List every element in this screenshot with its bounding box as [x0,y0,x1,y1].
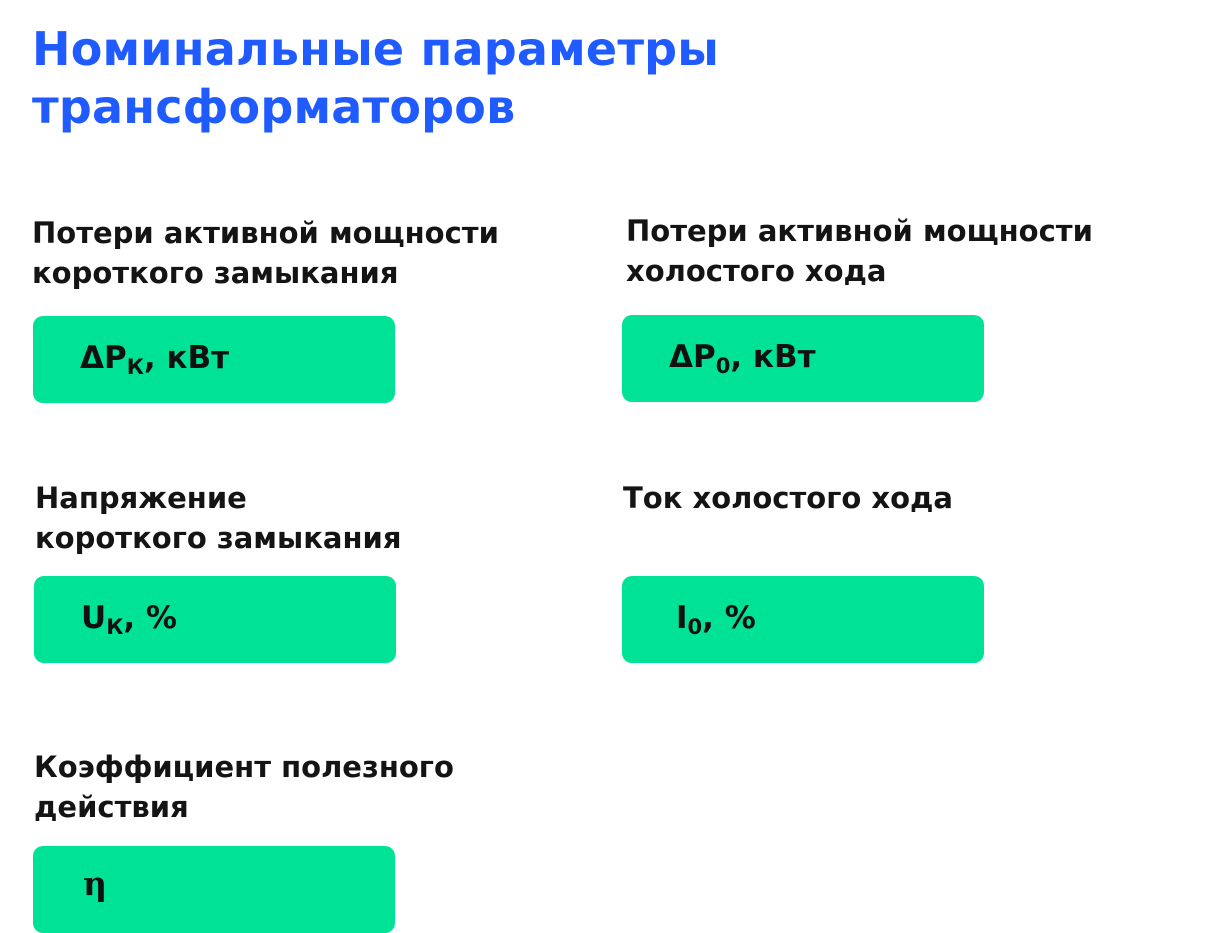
param-label-line-1: Потери активной мощности [32,216,499,250]
symbol-main: ΔP [669,339,716,375]
symbol-main: I [676,600,688,636]
symbol-main: η [83,864,107,903]
slide: { "title": { "line1": "Номинальные парам… [0,0,1230,933]
param-symbol-box-efficiency: η [33,846,395,933]
param-label-short-circuit-voltage: Напряжение короткого замыкания [35,478,401,558]
symbol-unit: , % [123,600,177,636]
param-label-no-load-losses: Потери активной мощности холостого хода [626,211,1093,291]
param-label-line-1: Ток холостого хода [623,481,953,515]
symbol-subscript: 0 [687,615,703,639]
param-label-line-2: короткого замыкания [35,521,402,555]
symbol-unit: , кВт [143,340,230,376]
param-label-line-1: Коэффициент полезного [34,750,454,784]
symbol-subscript: К [126,355,144,379]
symbol-unit: , % [702,600,756,636]
param-symbol-box-no-load-losses: ΔP0, кВт [622,315,984,402]
param-label-short-circuit-losses: Потери активной мощности короткого замык… [32,213,499,293]
param-symbol: ΔPК, кВт [80,336,229,380]
param-label-no-load-current: Ток холостого хода [623,478,953,518]
param-symbol: UК, % [81,596,177,640]
symbol-subscript: 0 [715,354,731,378]
param-label-line-2: действия [34,790,189,824]
param-label-line-1: Потери активной мощности [626,214,1093,248]
param-symbol: ΔP0, кВт [669,335,816,379]
symbol-main: ΔP [80,340,127,376]
symbol-subscript: К [106,615,124,639]
param-symbol-box-no-load-current: I0, % [622,576,984,663]
page-title: Номинальные параметры трансформаторов [32,20,719,136]
param-label-efficiency: Коэффициент полезного действия [34,747,454,827]
param-symbol: I0, % [676,596,756,640]
param-label-line-2: холостого хода [626,254,887,288]
symbol-main: U [81,600,107,636]
param-symbol: η [83,862,107,906]
page-title-line-1: Номинальные параметры [32,22,720,76]
symbol-unit: , кВт [730,339,816,375]
param-symbol-box-short-circuit-voltage: UК, % [34,576,396,663]
param-symbol-box-short-circuit-losses: ΔPК, кВт [33,316,395,403]
param-label-line-2: короткого замыкания [32,256,399,290]
param-label-line-1: Напряжение [35,481,247,515]
page-title-line-2: трансформаторов [32,80,516,134]
